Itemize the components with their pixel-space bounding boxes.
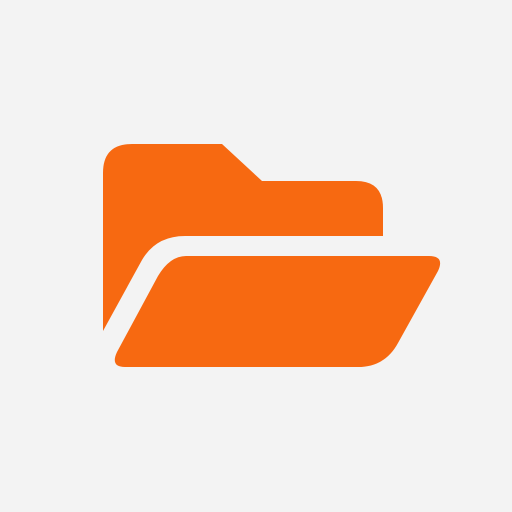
- app-icon-canvas: [0, 0, 512, 512]
- folder-front-icon: [114, 256, 441, 367]
- open-folder-icon: [0, 0, 512, 512]
- open-folder-icon-graphic: [103, 144, 441, 367]
